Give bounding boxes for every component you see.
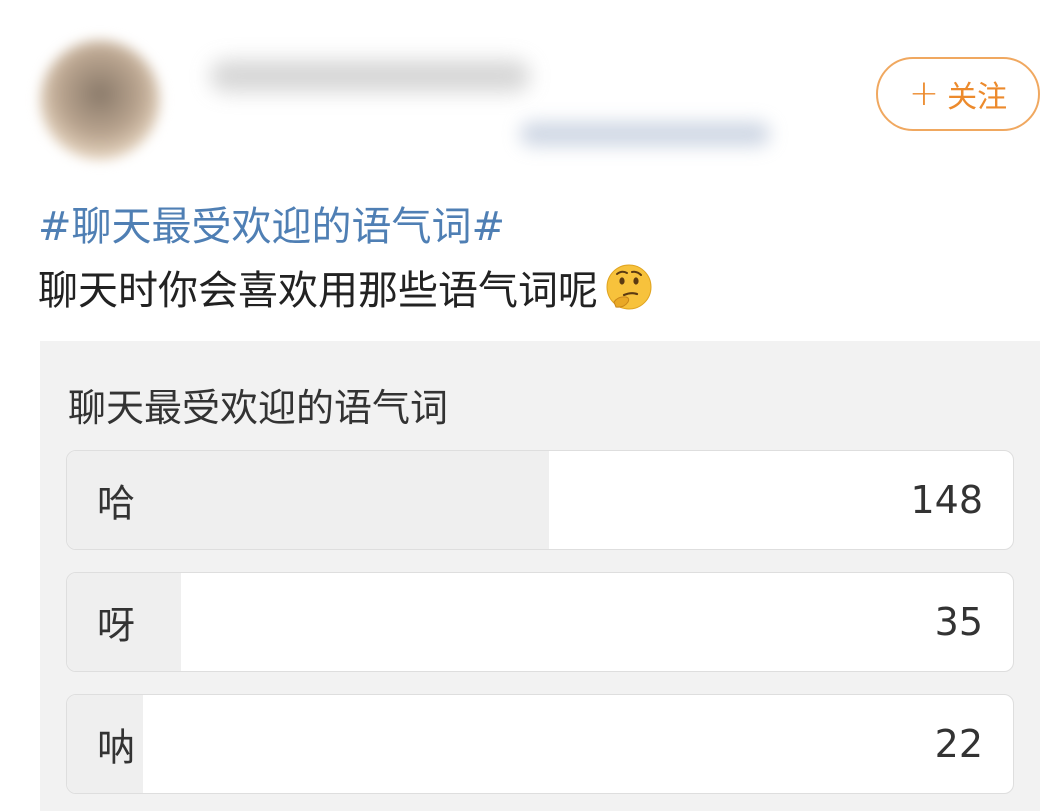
poll-option[interactable]: 呀 35 bbox=[66, 572, 1014, 672]
poll-option-label: 哈 bbox=[97, 481, 136, 526]
hashtag-link[interactable]: #聊天最受欢迎的语气词# bbox=[38, 194, 505, 252]
poll-option-count: 35 bbox=[934, 600, 983, 644]
post-meta-blurred bbox=[520, 122, 770, 146]
follow-button[interactable]: + 关注 bbox=[876, 57, 1040, 131]
poll-title: 聊天最受欢迎的语气词 bbox=[68, 386, 449, 430]
poll-option-count: 22 bbox=[934, 722, 983, 766]
follow-label: 关注 bbox=[947, 80, 1008, 115]
post-text: 聊天时你会喜欢用那些语气词呢 bbox=[38, 258, 654, 316]
poll-option-label: 呀 bbox=[97, 603, 136, 648]
thinking-face-icon bbox=[604, 262, 654, 312]
post-body: 聊天时你会喜欢用那些语气词呢 bbox=[38, 268, 598, 314]
post-header: + 关注 bbox=[0, 0, 1060, 190]
poll-card: 聊天最受欢迎的语气词 哈 148 呀 35 呐 22 bbox=[40, 341, 1040, 811]
avatar[interactable] bbox=[40, 40, 160, 160]
poll-option-bar bbox=[67, 451, 550, 549]
poll-option-count: 148 bbox=[910, 478, 983, 522]
username-blurred[interactable] bbox=[210, 60, 530, 92]
poll-option-label: 呐 bbox=[97, 725, 136, 770]
poll-option[interactable]: 呐 22 bbox=[66, 694, 1014, 794]
plus-icon: + bbox=[908, 73, 940, 114]
poll-option[interactable]: 哈 148 bbox=[66, 450, 1014, 550]
